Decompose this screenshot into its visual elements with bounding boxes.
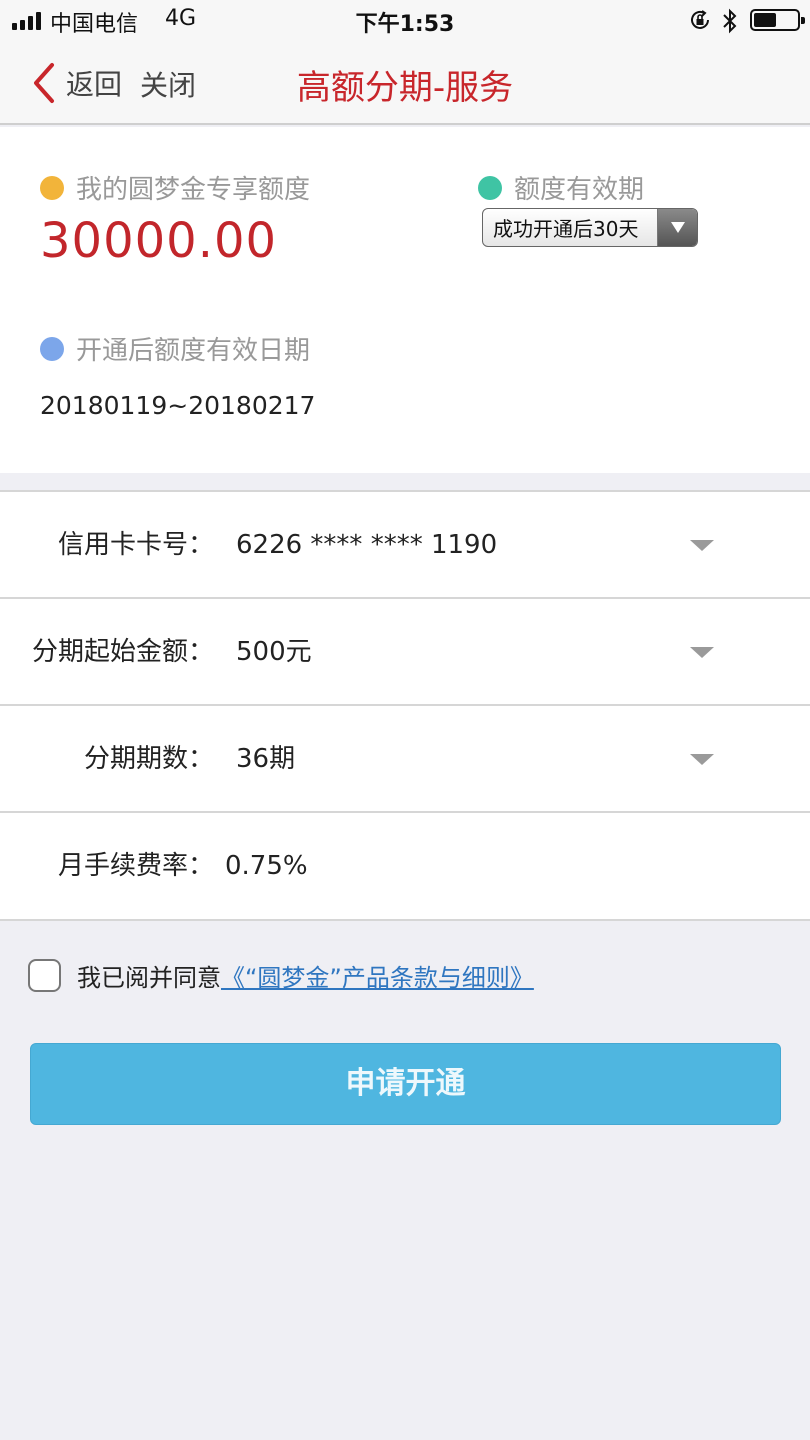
card-number-value: 6226 **** **** 1190 — [236, 530, 498, 560]
installment-form: 信用卡卡号： 6226 **** **** 1190 分期起始金额： 500元 … — [0, 490, 810, 921]
fee-rate-label: 月手续费率： — [57, 851, 214, 881]
start-amount-label: 分期起始金额： — [31, 637, 214, 667]
rotation-lock-icon — [691, 10, 709, 29]
yellow-dot-icon — [40, 175, 64, 200]
status-bar: 中国电信 4G 下午1:53 — [0, 0, 810, 44]
quota-amount: 30000.00 — [40, 213, 278, 269]
installment-count-row[interactable]: 分期期数： 36期 — [0, 706, 810, 813]
quota-amount-label-row: 我的圆梦金专享额度 — [40, 169, 310, 206]
nav-bar: 返回 关闭 高额分期-服务 — [0, 44, 810, 125]
validity-label-row: 额度有效期 — [478, 169, 644, 206]
card-number-row[interactable]: 信用卡卡号： 6226 **** **** 1190 — [0, 492, 810, 599]
caret-down-icon — [690, 754, 714, 765]
installment-count-value: 36期 — [236, 744, 296, 774]
caret-down-icon — [690, 540, 714, 551]
agreement-row: 我已阅并同意 《“圆梦金”产品条款与细则》 — [28, 955, 534, 995]
teal-dot-icon — [478, 175, 502, 200]
card-number-label: 信用卡卡号： — [57, 530, 214, 560]
validity-label: 额度有效期 — [514, 175, 645, 205]
battery-icon — [750, 9, 805, 31]
validity-select[interactable]: 成功开通后30天 — [482, 208, 698, 247]
start-amount-row[interactable]: 分期起始金额： 500元 — [0, 599, 810, 706]
agreement-text: 我已阅并同意 — [77, 963, 221, 992]
terms-link[interactable]: 《“圆梦金”产品条款与细则》 — [221, 958, 534, 993]
start-amount-value: 500元 — [236, 637, 312, 667]
quota-amount-label: 我的圆梦金专享额度 — [76, 175, 311, 205]
page-title: 高额分期-服务 — [296, 68, 514, 108]
blue-dot-icon — [40, 336, 64, 361]
installment-count-label: 分期期数： — [83, 744, 214, 774]
date-label: 开通后额度有效日期 — [76, 336, 311, 366]
fee-rate-value: 0.75% — [225, 851, 308, 881]
date-label-row: 开通后额度有效日期 — [40, 330, 310, 367]
date-range: 20180119~20180217 — [40, 391, 316, 420]
agree-checkbox[interactable] — [28, 958, 61, 992]
quota-card: 我的圆梦金专享额度 30000.00 额度有效期 成功开通后30天 开通后额度有… — [0, 127, 810, 473]
validity-selected-value: 成功开通后30天 — [493, 217, 639, 241]
caret-down-icon — [690, 647, 714, 658]
dropdown-arrow-icon — [657, 209, 697, 246]
fee-rate-row: 月手续费率： 0.75% — [0, 813, 810, 920]
bluetooth-icon — [723, 8, 737, 34]
apply-button[interactable]: 申请开通 — [30, 1043, 781, 1125]
